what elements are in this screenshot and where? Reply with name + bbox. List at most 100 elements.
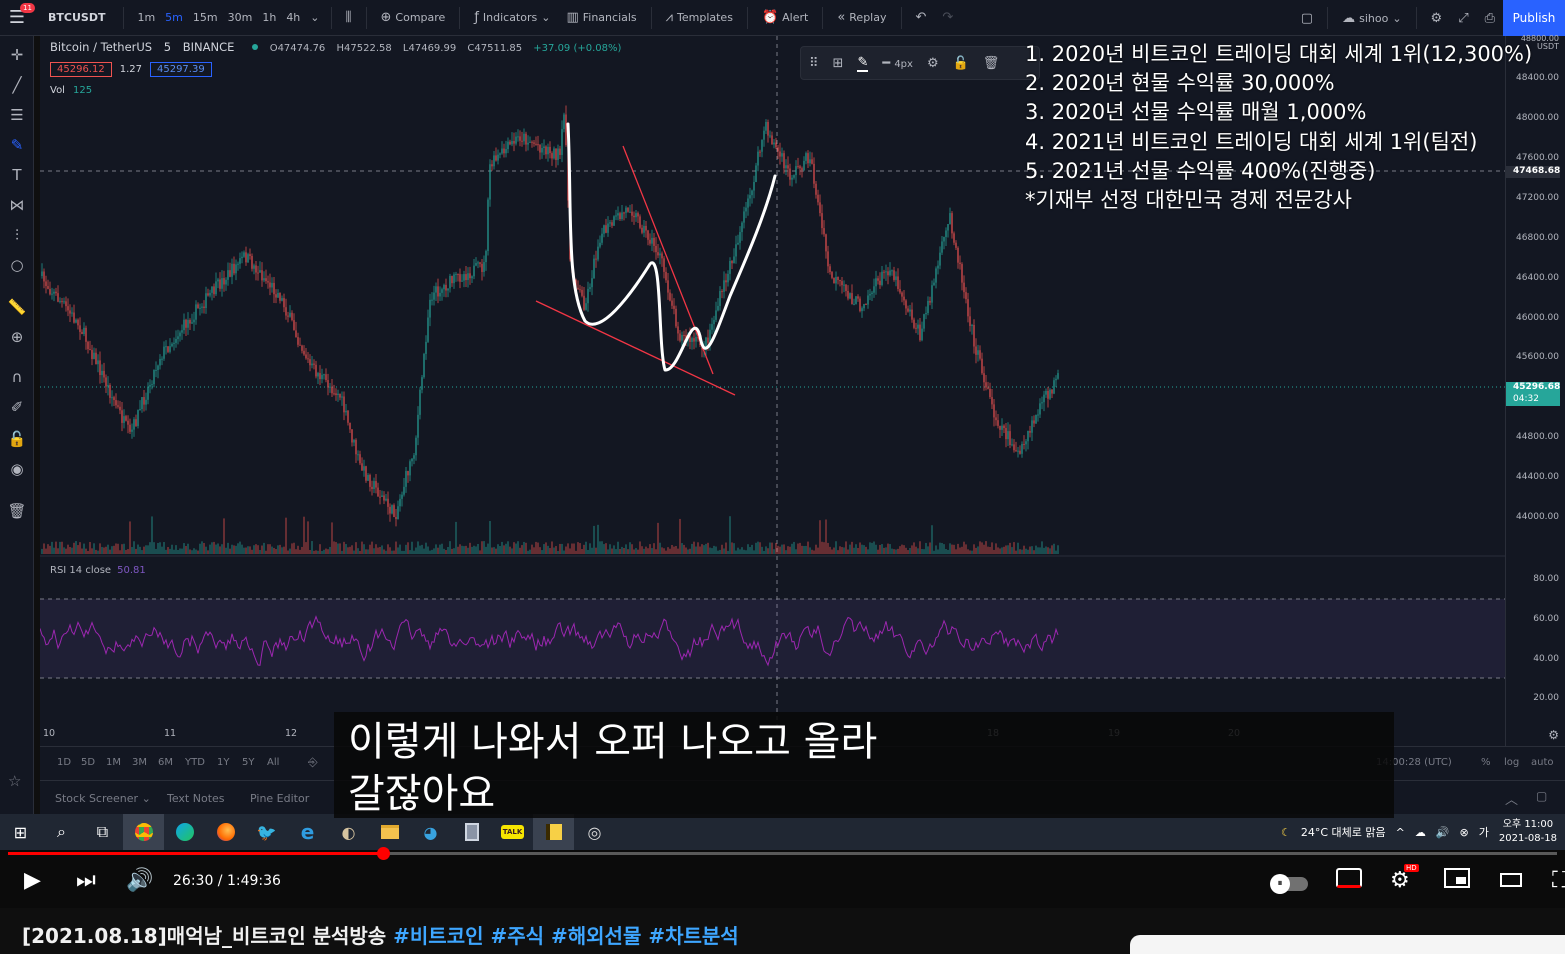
firefox-icon[interactable] (205, 814, 246, 850)
volume-icon[interactable]: 🔊 (1436, 826, 1450, 839)
magnet-icon[interactable]: ∩ (0, 366, 34, 388)
symbol-search[interactable]: BTCUSDT (34, 6, 125, 29)
bird-app-icon[interactable]: 🐦 (246, 814, 287, 850)
timeframe-4h[interactable]: 4h (281, 11, 305, 24)
template-icon[interactable]: ⊞ (833, 56, 844, 71)
templates-button[interactable]: ⩘ Templates (658, 10, 741, 25)
symbol-title[interactable]: Bitcoin / TetherUS (50, 40, 152, 54)
zoom-icon[interactable]: ⊕ (0, 326, 34, 348)
settings-icon[interactable]: ⚙ (927, 56, 939, 71)
range-1d[interactable]: 1D (57, 757, 71, 768)
log-toggle[interactable]: log (1504, 757, 1519, 768)
unlock-icon[interactable]: 🔓 (953, 56, 969, 71)
brush-icon[interactable]: ✎ (0, 134, 34, 156)
gear-icon[interactable]: ⚙ (1548, 728, 1559, 742)
goto-date-icon[interactable]: ⎆ (308, 755, 318, 770)
delete-icon[interactable]: 🗑 (983, 56, 1000, 71)
candle-body (785, 165, 787, 169)
layout-button[interactable]: ▢ (1293, 11, 1321, 26)
chrome-icon[interactable] (123, 814, 164, 850)
sell-price-button[interactable]: 45296.12 (50, 62, 112, 77)
hashtag-link[interactable]: #주식 (490, 924, 544, 948)
play-icon[interactable]: ▶ (24, 868, 41, 893)
tab-stock-screener[interactable]: Stock Screener ⌄ (55, 792, 151, 805)
star-icon[interactable]: ☆ (8, 772, 21, 790)
pencil-lock-icon[interactable]: ✐ (0, 396, 34, 418)
edge-icon[interactable] (164, 814, 205, 850)
trendline-icon[interactable]: ╱ (0, 74, 34, 96)
maximize-icon[interactable]: ▢ (1536, 789, 1547, 803)
hashtag-link[interactable]: #해외선물 (551, 924, 641, 948)
percent-toggle[interactable]: % (1481, 757, 1491, 768)
buy-price-button[interactable]: 45297.39 (149, 62, 212, 77)
compare-button[interactable]: ⊕ Compare (373, 10, 454, 25)
fullscreen-icon[interactable]: ⛶ (1552, 868, 1565, 893)
timeframe-5m[interactable]: 5m (160, 11, 188, 24)
auto-toggle[interactable]: auto (1531, 757, 1554, 768)
tab-pine-editor[interactable]: Pine Editor (250, 792, 309, 805)
pen-color-icon[interactable]: ✎ (857, 55, 869, 72)
range-1m[interactable]: 1M (106, 757, 121, 768)
ime-icon[interactable]: 가 (1479, 824, 1489, 840)
menu-icon[interactable]: ☰ 11 (0, 0, 35, 36)
alert-button[interactable]: ⏰ Alert (754, 10, 816, 25)
chevron-up-icon[interactable]: ︿ (1505, 789, 1518, 808)
next-icon[interactable]: ⏭ (76, 868, 96, 893)
vpn-icon[interactable]: ⊗ (1460, 826, 1469, 839)
cloud-save-button[interactable]: ☁ sihoo ⌄ (1334, 11, 1409, 26)
search-icon[interactable]: ⌕ (41, 814, 82, 850)
financials-button[interactable]: ▥ Financials (558, 10, 644, 25)
drag-handle-icon[interactable]: ⠿ (809, 56, 819, 71)
timeframe-15m[interactable]: 15m (188, 11, 223, 24)
measure-lines-icon[interactable]: ⫶ (0, 224, 34, 246)
network-icon[interactable]: ☁ (1415, 826, 1426, 839)
eye-icon[interactable]: ◉ (0, 458, 34, 480)
replay-button[interactable]: «Replay (829, 10, 894, 25)
timeframe-1m[interactable]: 1m (132, 11, 160, 24)
undo-button[interactable]: ↶ (908, 10, 935, 25)
crosshair-icon[interactable]: ✛ (0, 44, 34, 66)
hashtag-link[interactable]: #차트분석 (648, 924, 738, 948)
progress-bar[interactable] (8, 847, 1557, 860)
line-width-button[interactable]: ━ 4px (882, 56, 913, 71)
lock-icon[interactable]: 🔓 (0, 428, 34, 450)
tab-text-notes[interactable]: Text Notes (167, 792, 225, 805)
hashtag-link[interactable]: #비트코인 (393, 924, 483, 948)
text-icon[interactable]: T (0, 164, 34, 186)
chevron-down-icon[interactable]: ⌄ (305, 11, 324, 24)
system-clock[interactable]: 오후 11:00 2021-08-18 (1499, 818, 1557, 846)
weather-text[interactable]: 24°C 대체로 맑음 (1301, 824, 1386, 840)
range-6m[interactable]: 6M (158, 757, 173, 768)
publish-button[interactable]: Publish (1503, 0, 1565, 36)
range-3m[interactable]: 3M (132, 757, 147, 768)
subtitles-icon[interactable] (1336, 868, 1362, 894)
redo-button[interactable]: ↷ (934, 10, 961, 25)
miniplayer-icon[interactable] (1444, 868, 1470, 894)
windows-start-icon[interactable]: ⊞ (0, 814, 41, 850)
range-5y[interactable]: 5Y (242, 757, 254, 768)
scrubber-knob[interactable] (376, 847, 390, 860)
pattern-icon[interactable]: ⋈ (0, 194, 34, 216)
theater-mode-icon[interactable] (1500, 868, 1522, 893)
indicators-button[interactable]: ƒ Indicators ⌄ (466, 10, 558, 25)
range-5d[interactable]: 5D (81, 757, 95, 768)
autoplay-toggle[interactable]: ⏸ (1270, 872, 1308, 897)
ruler-icon[interactable]: 📏 (0, 296, 34, 318)
settings-button[interactable]: ⚙ (1423, 11, 1451, 26)
volume-icon[interactable]: 🔊 (126, 868, 153, 893)
horizontal-lines-icon[interactable]: ☰ (0, 104, 34, 126)
range-all[interactable]: All (267, 757, 279, 768)
settings-gear-icon[interactable]: ⚙ HD (1390, 864, 1419, 893)
internet-explorer-icon[interactable]: e (287, 814, 328, 850)
trash-icon[interactable]: 🗑 (0, 500, 34, 522)
chart-style-button[interactable]: ⫼ (338, 10, 360, 25)
timeframe-1h[interactable]: 1h (257, 11, 281, 24)
fullscreen-button[interactable]: ⤢ (1450, 11, 1476, 26)
snapshot-button[interactable]: ⎙ (1477, 11, 1503, 26)
circle-icon[interactable]: ○ (0, 254, 34, 276)
range-ytd[interactable]: YTD (185, 757, 205, 768)
task-view-icon[interactable]: ⧉ (82, 814, 123, 850)
chevron-up-icon[interactable]: ^ (1396, 826, 1405, 839)
range-1y[interactable]: 1Y (217, 757, 229, 768)
timeframe-30m[interactable]: 30m (223, 11, 258, 24)
